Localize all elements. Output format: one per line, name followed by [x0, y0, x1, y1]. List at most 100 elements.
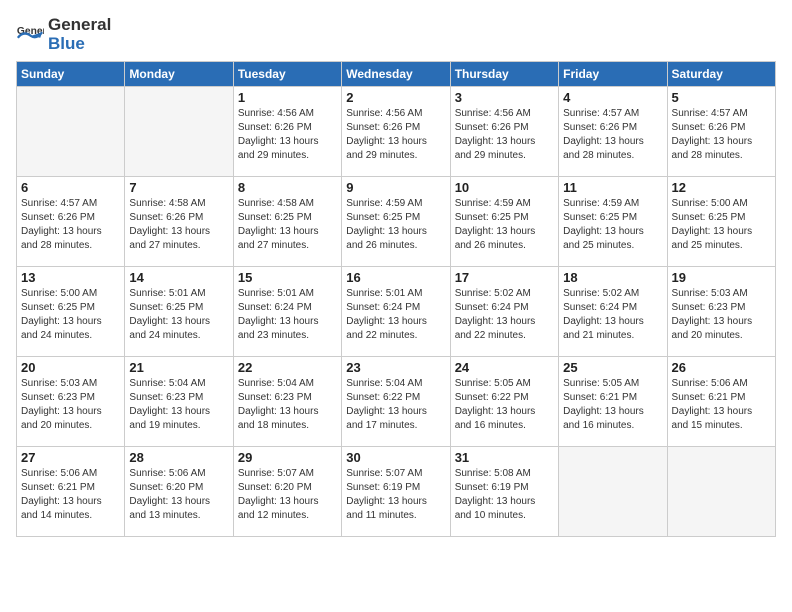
daylight-text: Daylight: 13 hours and 29 minutes. [238, 135, 337, 163]
sunrise-text: Sunrise: 4:57 AM [672, 107, 771, 121]
sunrise-text: Sunrise: 4:56 AM [238, 107, 337, 121]
day-number: 24 [455, 360, 554, 375]
calendar-cell [559, 447, 667, 537]
sunrise-text: Sunrise: 5:01 AM [129, 287, 228, 301]
calendar-cell: 4 Sunrise: 4:57 AMSunset: 6:26 PMDaylight… [559, 87, 667, 177]
sunrise-text: Sunrise: 5:04 AM [238, 377, 337, 391]
sunset-text: Sunset: 6:21 PM [563, 391, 662, 405]
calendar-cell: 28Sunrise: 5:06 AMSunset: 6:20 PMDayligh… [125, 447, 233, 537]
calendar-cell: 15Sunrise: 5:01 AMSunset: 6:24 PMDayligh… [233, 267, 341, 357]
day-number: 4 [563, 90, 662, 105]
day-number: 8 [238, 180, 337, 195]
sunrise-text: Sunrise: 5:06 AM [672, 377, 771, 391]
daylight-text: Daylight: 13 hours and 25 minutes. [563, 225, 662, 253]
calendar-cell: 17 Sunrise: 5:02 AMSunset: 6:24 PMDayligh… [450, 267, 558, 357]
daylight-text: Daylight: 13 hours and 17 minutes. [346, 405, 445, 433]
weekday-header-saturday: Saturday [667, 62, 775, 87]
cell-info: Sunrise: 4:57 AMSunset: 6:26 PMDaylight:… [563, 107, 662, 163]
cell-info: Sunrise: 4:56 AMSunset: 6:26 PMDaylight:… [238, 107, 337, 163]
logo-icon: General [16, 21, 44, 49]
day-number: 23 [346, 360, 445, 375]
sunrise-text: Sunrise: 5:03 AM [21, 377, 120, 391]
cell-info: Sunrise: 4:59 AMSunset: 6:25 PMDaylight:… [563, 197, 662, 253]
daylight-text: Daylight: 13 hours and 20 minutes. [672, 315, 771, 343]
header: General General Blue [16, 16, 776, 53]
sunset-text: Sunset: 6:20 PM [238, 481, 337, 495]
calendar-cell: 14Sunrise: 5:01 AMSunset: 6:25 PMDayligh… [125, 267, 233, 357]
day-number: 13 [21, 270, 120, 285]
calendar-cell: 10Sunrise: 4:59 AMSunset: 6:25 PMDayligh… [450, 177, 558, 267]
sunset-text: Sunset: 6:24 PM [563, 301, 662, 315]
daylight-text: Daylight: 13 hours and 15 minutes. [672, 405, 771, 433]
day-number: 28 [129, 450, 228, 465]
sunset-text: Sunset: 6:26 PM [21, 211, 120, 225]
daylight-text: Daylight: 13 hours and 28 minutes. [672, 135, 771, 163]
day-number: 17 [455, 270, 554, 285]
week-row-3: 13Sunrise: 5:00 AMSunset: 6:25 PMDayligh… [17, 267, 776, 357]
sunrise-text: Sunrise: 4:56 AM [455, 107, 554, 121]
calendar-cell: 27Sunrise: 5:06 AMSunset: 6:21 PMDayligh… [17, 447, 125, 537]
sunrise-text: Sunrise: 4:57 AM [563, 107, 662, 121]
day-number: 18 [563, 270, 662, 285]
daylight-text: Daylight: 13 hours and 14 minutes. [21, 495, 120, 523]
sunset-text: Sunset: 6:21 PM [21, 481, 120, 495]
cell-info: Sunrise: 5:03 AMSunset: 6:23 PMDaylight:… [21, 377, 120, 433]
daylight-text: Daylight: 13 hours and 26 minutes. [346, 225, 445, 253]
daylight-text: Daylight: 13 hours and 10 minutes. [455, 495, 554, 523]
calendar-cell: 22Sunrise: 5:04 AMSunset: 6:23 PMDayligh… [233, 357, 341, 447]
daylight-text: Daylight: 13 hours and 25 minutes. [672, 225, 771, 253]
calendar-cell: 3Sunrise: 4:56 AMSunset: 6:26 PMDaylight… [450, 87, 558, 177]
day-number: 2 [346, 90, 445, 105]
daylight-text: Daylight: 13 hours and 27 minutes. [129, 225, 228, 253]
logo: General General Blue [16, 16, 111, 53]
daylight-text: Daylight: 13 hours and 22 minutes. [455, 315, 554, 343]
sunrise-text: Sunrise: 5:03 AM [672, 287, 771, 301]
sunset-text: Sunset: 6:25 PM [455, 211, 554, 225]
sunset-text: Sunset: 6:24 PM [238, 301, 337, 315]
daylight-text: Daylight: 13 hours and 20 minutes. [21, 405, 120, 433]
cell-info: Sunrise: 5:04 AMSunset: 6:23 PMDaylight:… [129, 377, 228, 433]
day-number: 9 [346, 180, 445, 195]
calendar-cell: 8Sunrise: 4:58 AMSunset: 6:25 PMDaylight… [233, 177, 341, 267]
day-number: 11 [563, 180, 662, 195]
cell-info: Sunrise: 5:02 AMSunset: 6:24 PMDaylight:… [455, 287, 554, 343]
calendar-cell: 31Sunrise: 5:08 AMSunset: 6:19 PMDayligh… [450, 447, 558, 537]
cell-info: Sunrise: 4:58 AMSunset: 6:26 PMDaylight:… [129, 197, 228, 253]
logo-text: General Blue [48, 16, 111, 53]
weekday-header-thursday: Thursday [450, 62, 558, 87]
sunset-text: Sunset: 6:23 PM [238, 391, 337, 405]
daylight-text: Daylight: 13 hours and 19 minutes. [129, 405, 228, 433]
sunrise-text: Sunrise: 5:06 AM [129, 467, 228, 481]
sunrise-text: Sunrise: 5:04 AM [346, 377, 445, 391]
sunrise-text: Sunrise: 4:59 AM [346, 197, 445, 211]
week-row-5: 27Sunrise: 5:06 AMSunset: 6:21 PMDayligh… [17, 447, 776, 537]
cell-info: Sunrise: 5:04 AMSunset: 6:23 PMDaylight:… [238, 377, 337, 433]
daylight-text: Daylight: 13 hours and 24 minutes. [21, 315, 120, 343]
sunrise-text: Sunrise: 4:56 AM [346, 107, 445, 121]
calendar-cell: 18Sunrise: 5:02 AMSunset: 6:24 PMDayligh… [559, 267, 667, 357]
cell-info: Sunrise: 5:08 AMSunset: 6:19 PMDaylight:… [455, 467, 554, 523]
calendar-cell: 24Sunrise: 5:05 AMSunset: 6:22 PMDayligh… [450, 357, 558, 447]
sunrise-text: Sunrise: 5:08 AM [455, 467, 554, 481]
calendar-cell: 25Sunrise: 5:05 AMSunset: 6:21 PMDayligh… [559, 357, 667, 447]
calendar-cell: 5Sunrise: 4:57 AMSunset: 6:26 PMDaylight… [667, 87, 775, 177]
cell-info: Sunrise: 5:05 AMSunset: 6:21 PMDaylight:… [563, 377, 662, 433]
sunset-text: Sunset: 6:25 PM [563, 211, 662, 225]
sunset-text: Sunset: 6:25 PM [238, 211, 337, 225]
daylight-text: Daylight: 13 hours and 29 minutes. [455, 135, 554, 163]
cell-info: Sunrise: 4:57 AMSunset: 6:26 PMDaylight:… [21, 197, 120, 253]
sunrise-text: Sunrise: 5:05 AM [563, 377, 662, 391]
calendar-cell: 16Sunrise: 5:01 AMSunset: 6:24 PMDayligh… [342, 267, 450, 357]
calendar-cell: 9Sunrise: 4:59 AMSunset: 6:25 PMDaylight… [342, 177, 450, 267]
sunset-text: Sunset: 6:22 PM [455, 391, 554, 405]
daylight-text: Daylight: 13 hours and 27 minutes. [238, 225, 337, 253]
weekday-header-sunday: Sunday [17, 62, 125, 87]
calendar-cell: 6Sunrise: 4:57 AMSunset: 6:26 PMDaylight… [17, 177, 125, 267]
daylight-text: Daylight: 13 hours and 12 minutes. [238, 495, 337, 523]
day-number: 19 [672, 270, 771, 285]
sunrise-text: Sunrise: 5:01 AM [346, 287, 445, 301]
logo-blue: Blue [48, 34, 85, 53]
cell-info: Sunrise: 5:03 AMSunset: 6:23 PMDaylight:… [672, 287, 771, 343]
day-number: 26 [672, 360, 771, 375]
sunset-text: Sunset: 6:23 PM [129, 391, 228, 405]
